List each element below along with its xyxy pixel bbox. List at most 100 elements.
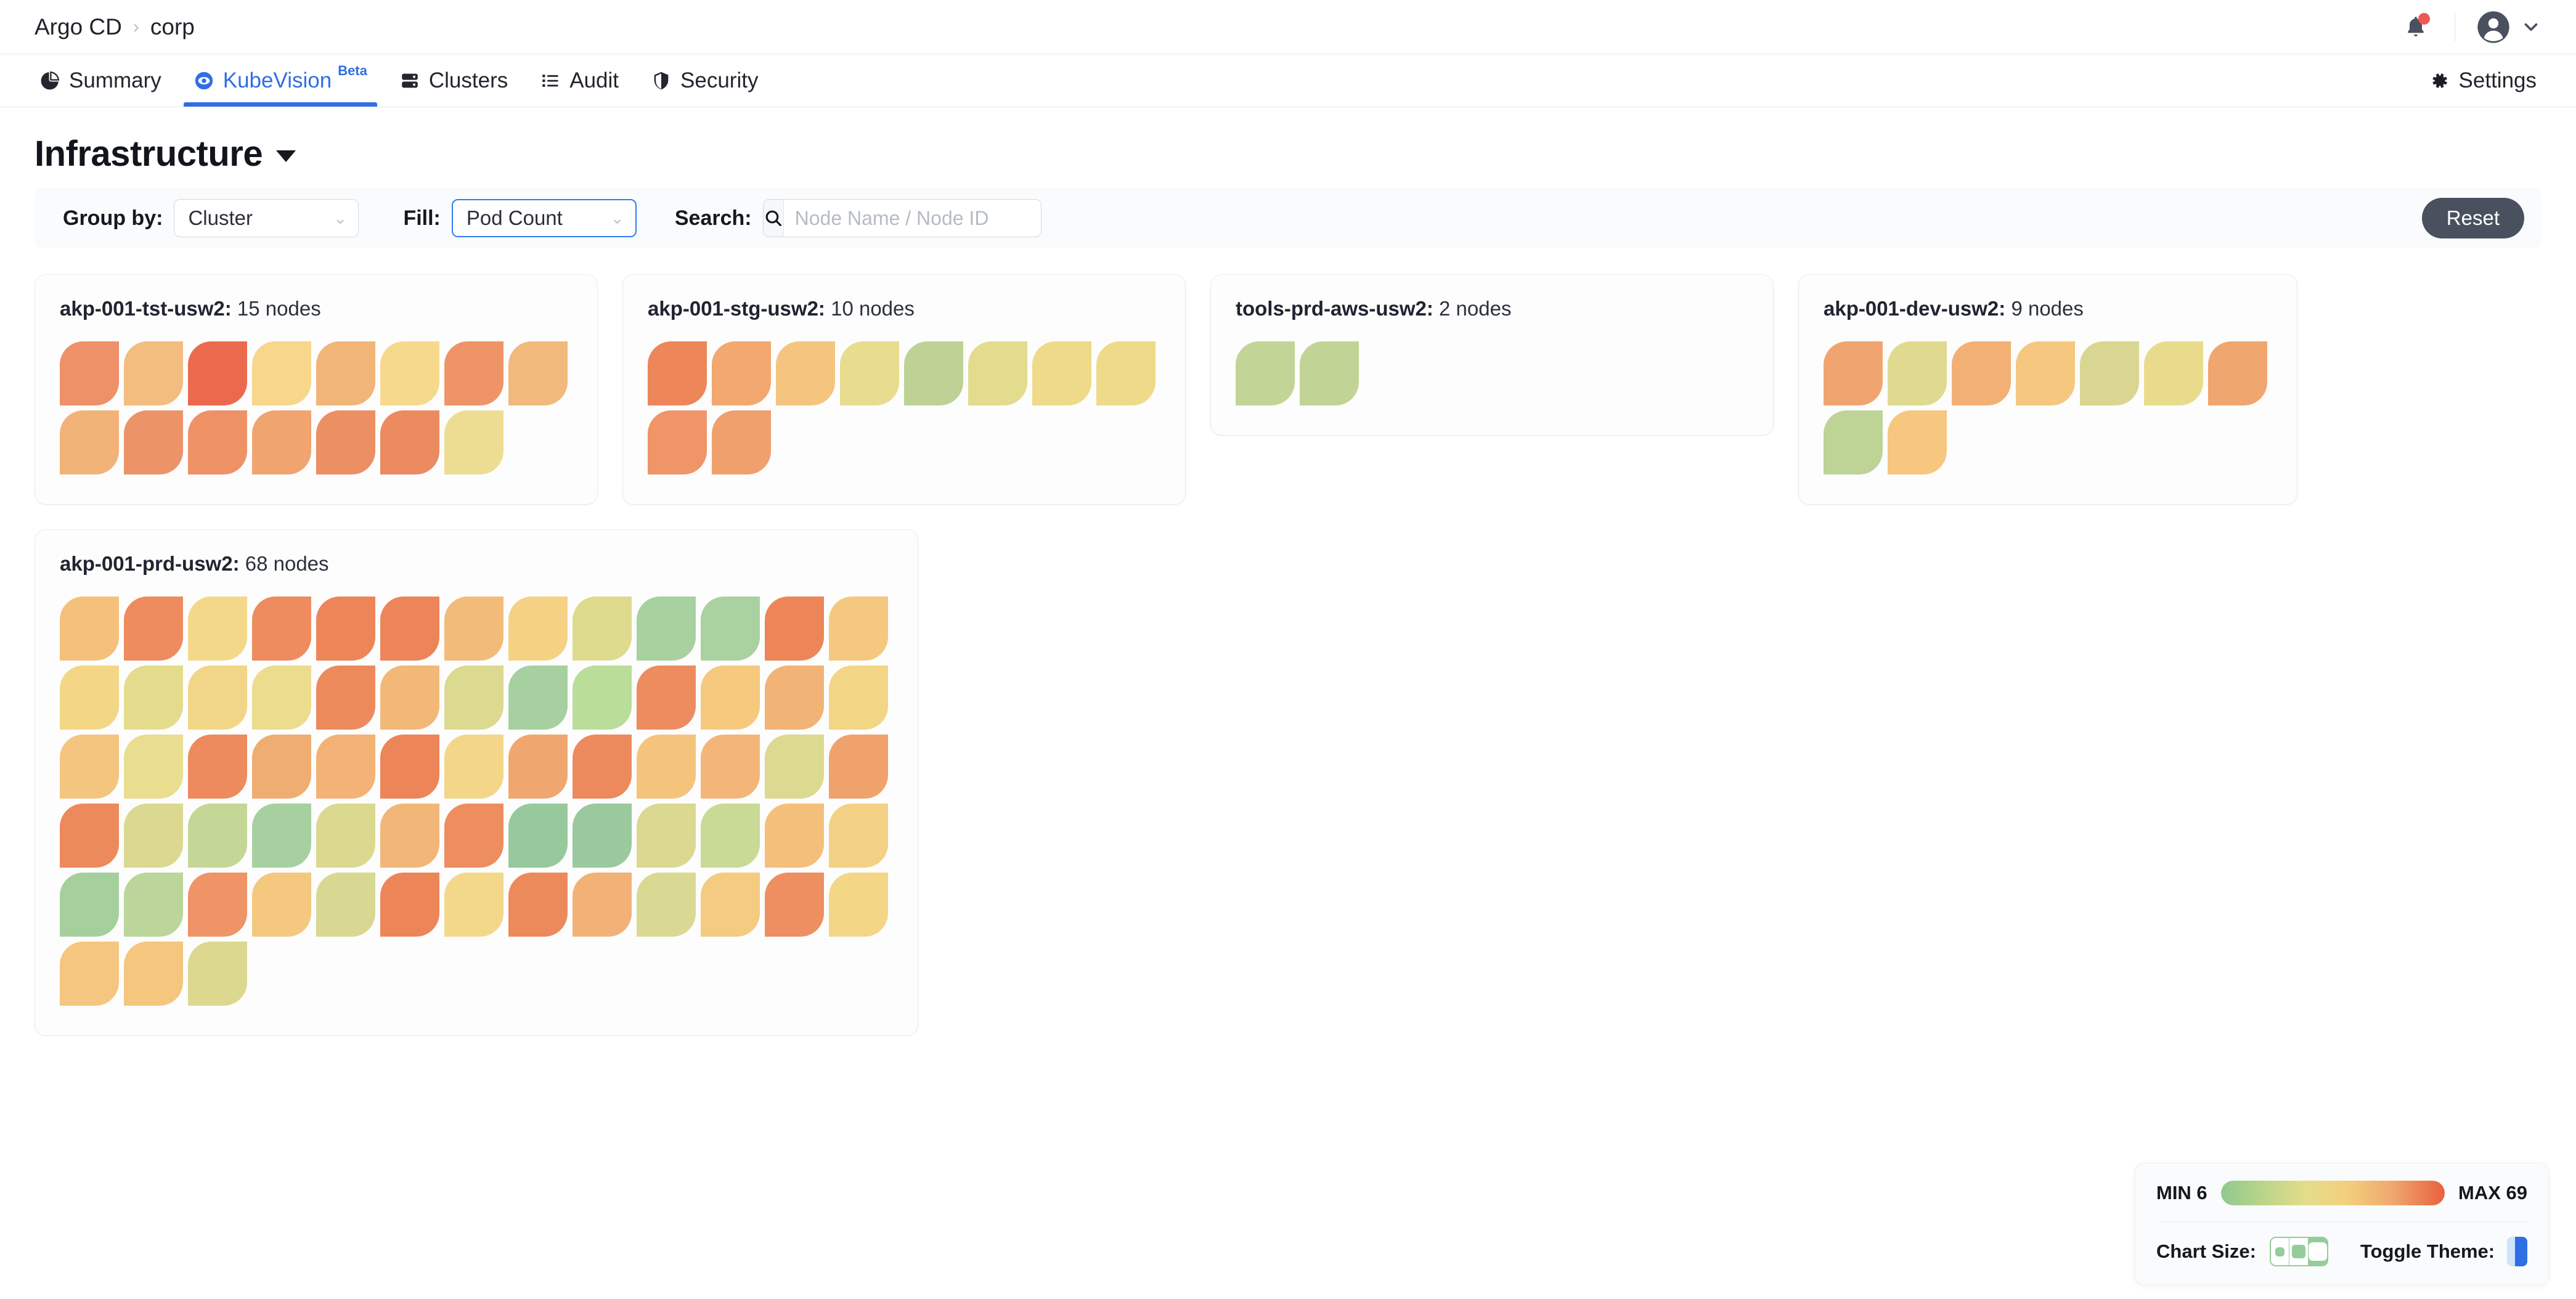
chart-size-option-large[interactable]: [2308, 1238, 2327, 1265]
node-tile[interactable]: [968, 341, 1027, 405]
node-tile[interactable]: [637, 666, 696, 730]
node-tile[interactable]: [508, 873, 568, 937]
node-tile[interactable]: [252, 410, 311, 474]
node-tile[interactable]: [701, 597, 760, 661]
chart-size-selector[interactable]: [2269, 1237, 2328, 1266]
node-tile[interactable]: [316, 735, 375, 799]
node-tile[interactable]: [701, 804, 760, 868]
node-tile[interactable]: [316, 804, 375, 868]
node-tile[interactable]: [188, 410, 247, 474]
node-tile[interactable]: [124, 873, 183, 937]
node-tile[interactable]: [380, 341, 439, 405]
node-tile[interactable]: [765, 873, 824, 937]
node-tile[interactable]: [316, 873, 375, 937]
node-tile[interactable]: [1888, 410, 1947, 474]
tab-security[interactable]: Security: [635, 54, 774, 107]
node-tile[interactable]: [904, 341, 963, 405]
node-tile[interactable]: [124, 942, 183, 1006]
node-tile[interactable]: [776, 341, 835, 405]
node-tile[interactable]: [765, 597, 824, 661]
node-tile[interactable]: [1300, 341, 1359, 405]
node-tile[interactable]: [701, 666, 760, 730]
chart-size-option-medium[interactable]: [2289, 1238, 2309, 1265]
node-tile[interactable]: [380, 804, 439, 868]
node-tile[interactable]: [252, 873, 311, 937]
node-tile[interactable]: [124, 666, 183, 730]
node-tile[interactable]: [573, 873, 632, 937]
node-tile[interactable]: [573, 666, 632, 730]
node-tile[interactable]: [508, 666, 568, 730]
node-tile[interactable]: [316, 341, 375, 405]
node-tile[interactable]: [252, 735, 311, 799]
node-tile[interactable]: [188, 942, 247, 1006]
node-tile[interactable]: [444, 410, 503, 474]
node-tile[interactable]: [637, 804, 696, 868]
node-tile[interactable]: [1824, 410, 1883, 474]
chart-size-option-small[interactable]: [2270, 1238, 2290, 1265]
cluster-card[interactable]: akp-001-stg-usw2: 10 nodes: [622, 274, 1186, 505]
settings-button[interactable]: Settings: [2428, 54, 2541, 107]
node-tile[interactable]: [1952, 341, 2011, 405]
cluster-card[interactable]: tools-prd-aws-usw2: 2 nodes: [1210, 274, 1774, 436]
node-tile[interactable]: [701, 735, 760, 799]
node-tile[interactable]: [124, 735, 183, 799]
cluster-card[interactable]: akp-001-prd-usw2: 68 nodes: [35, 529, 918, 1036]
node-tile[interactable]: [712, 410, 771, 474]
node-tile[interactable]: [2080, 341, 2139, 405]
node-tile[interactable]: [444, 735, 503, 799]
node-tile[interactable]: [637, 597, 696, 661]
node-tile[interactable]: [252, 341, 311, 405]
breadcrumb-item-current[interactable]: corp: [150, 14, 195, 40]
node-tile[interactable]: [124, 410, 183, 474]
node-tile[interactable]: [380, 410, 439, 474]
node-tile[interactable]: [60, 942, 119, 1006]
node-tile[interactable]: [124, 597, 183, 661]
node-tile[interactable]: [1824, 341, 1883, 405]
node-tile[interactable]: [380, 597, 439, 661]
node-tile[interactable]: [840, 341, 899, 405]
user-menu-button[interactable]: [2476, 10, 2541, 44]
node-tile[interactable]: [1096, 341, 1156, 405]
tab-audit[interactable]: Audit: [524, 54, 635, 107]
node-tile[interactable]: [252, 804, 311, 868]
node-tile[interactable]: [829, 804, 888, 868]
node-tile[interactable]: [829, 735, 888, 799]
node-tile[interactable]: [444, 666, 503, 730]
node-tile[interactable]: [380, 735, 439, 799]
tab-kubevision[interactable]: KubeVision Beta: [177, 54, 383, 107]
node-tile[interactable]: [648, 410, 707, 474]
node-tile[interactable]: [60, 804, 119, 868]
node-tile[interactable]: [637, 735, 696, 799]
node-tile[interactable]: [60, 666, 119, 730]
node-tile[interactable]: [508, 341, 568, 405]
node-tile[interactable]: [188, 873, 247, 937]
node-tile[interactable]: [252, 666, 311, 730]
node-tile[interactable]: [316, 666, 375, 730]
node-tile[interactable]: [712, 341, 771, 405]
node-tile[interactable]: [380, 666, 439, 730]
node-tile[interactable]: [124, 341, 183, 405]
node-tile[interactable]: [765, 735, 824, 799]
node-tile[interactable]: [2208, 341, 2267, 405]
node-tile[interactable]: [188, 341, 247, 405]
reset-button[interactable]: Reset: [2421, 198, 2524, 238]
node-tile[interactable]: [316, 597, 375, 661]
node-tile[interactable]: [829, 873, 888, 937]
page-title-dropdown-icon[interactable]: [276, 150, 296, 162]
node-tile[interactable]: [188, 666, 247, 730]
group-by-select[interactable]: Cluster ⌄: [174, 199, 359, 237]
node-tile[interactable]: [60, 873, 119, 937]
node-tile[interactable]: [60, 410, 119, 474]
node-tile[interactable]: [124, 804, 183, 868]
node-tile[interactable]: [2016, 341, 2075, 405]
node-tile[interactable]: [648, 341, 707, 405]
node-tile[interactable]: [316, 410, 375, 474]
tab-clusters[interactable]: Clusters: [383, 54, 524, 107]
node-tile[interactable]: [2144, 341, 2203, 405]
node-tile[interactable]: [444, 341, 503, 405]
node-tile[interactable]: [1888, 341, 1947, 405]
cluster-card[interactable]: akp-001-dev-usw2: 9 nodes: [1798, 274, 2297, 505]
node-tile[interactable]: [637, 873, 696, 937]
node-tile[interactable]: [701, 873, 760, 937]
node-tile[interactable]: [1032, 341, 1091, 405]
